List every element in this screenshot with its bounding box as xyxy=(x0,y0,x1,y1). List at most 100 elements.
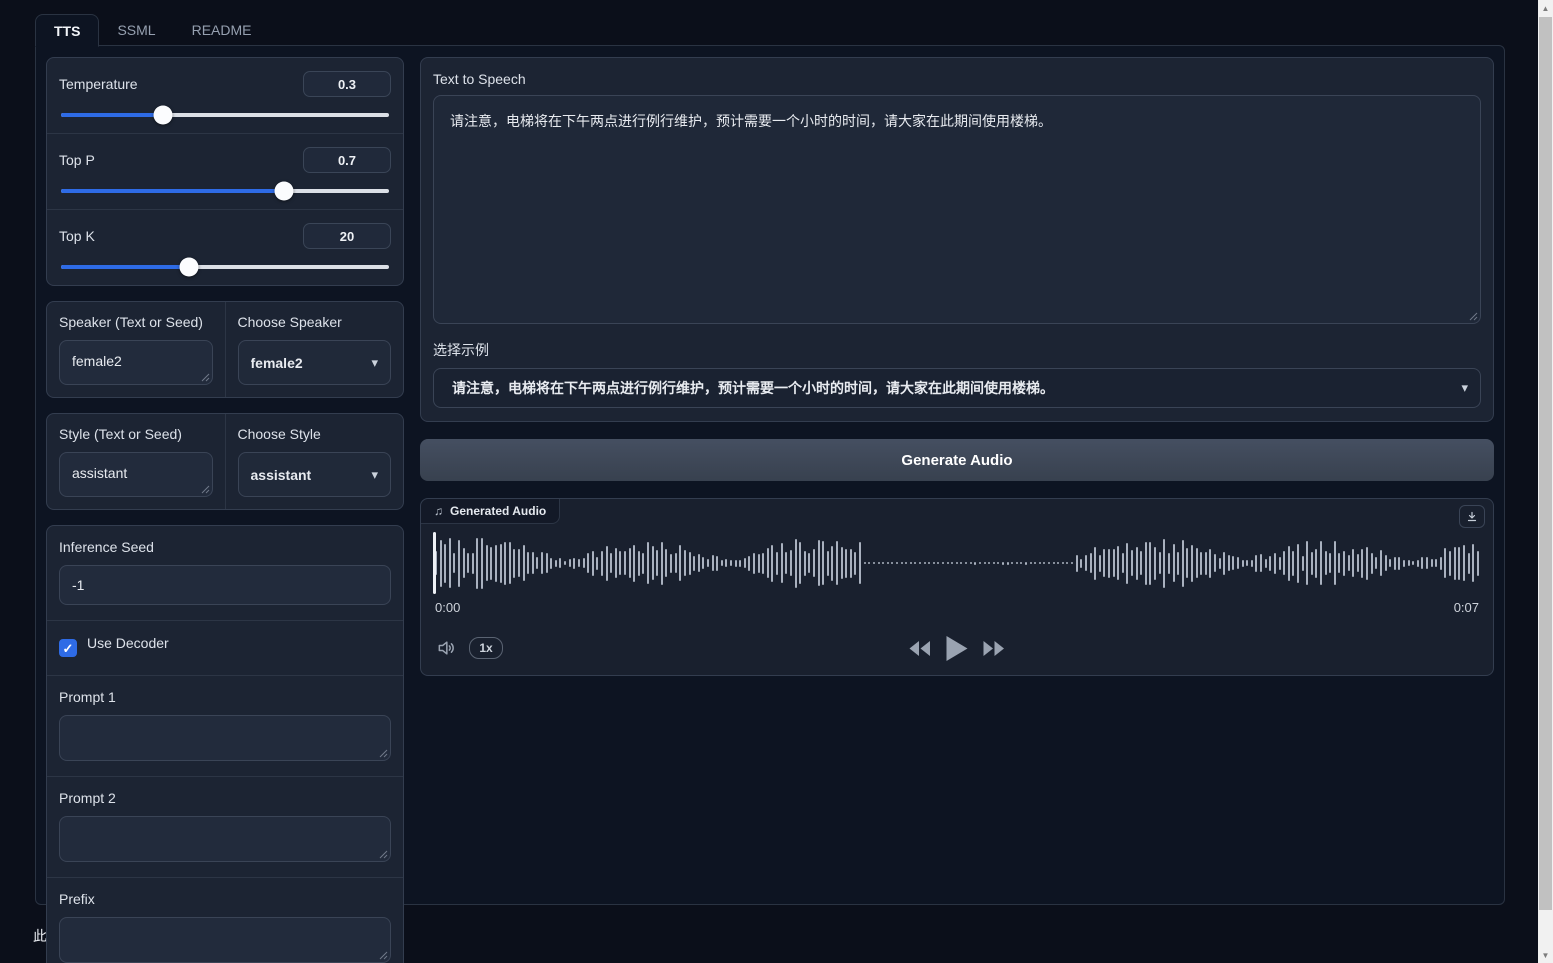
waveform-bar xyxy=(1154,547,1156,580)
tab-tts[interactable]: TTS xyxy=(35,14,99,47)
speaker-text-input[interactable]: female2 xyxy=(59,340,213,385)
top-p-value[interactable]: 0.7 xyxy=(303,147,391,173)
waveform-bar xyxy=(675,553,677,573)
waveform-bar xyxy=(619,551,621,575)
fast-forward-button[interactable] xyxy=(984,641,1005,656)
prompt2-label: Prompt 2 xyxy=(59,790,391,806)
temperature-value[interactable]: 0.3 xyxy=(303,71,391,97)
waveform-bar xyxy=(1454,547,1456,580)
waveform-bar xyxy=(947,562,949,564)
waveform-bar xyxy=(1477,551,1479,576)
waveform-bar xyxy=(472,553,474,574)
waveform-bar xyxy=(882,562,884,564)
waveform-bar xyxy=(559,558,561,568)
volume-icon xyxy=(435,638,457,658)
waveform-bar xyxy=(781,543,783,583)
prefix-input[interactable] xyxy=(59,917,391,963)
prompt2-input[interactable] xyxy=(59,816,391,862)
waveform-bar xyxy=(767,548,769,578)
waveform-bar xyxy=(758,554,760,573)
waveform[interactable] xyxy=(435,533,1479,593)
top-p-slider[interactable] xyxy=(61,189,389,193)
waveform-bar xyxy=(1223,552,1225,575)
waveform-bar xyxy=(532,552,534,574)
waveform-bar xyxy=(509,542,511,584)
waveform-bar xyxy=(1417,560,1419,567)
inference-seed-input[interactable] xyxy=(59,565,391,605)
waveform-bar xyxy=(1168,553,1170,574)
waveform-bar xyxy=(476,538,478,589)
choose-style-dropdown[interactable]: assistant ▾ xyxy=(238,452,392,497)
waveform-bar xyxy=(914,562,916,564)
waveform-bar xyxy=(1426,557,1428,569)
waveform-bar xyxy=(919,562,921,564)
waveform-bar xyxy=(1357,554,1359,572)
resize-handle-icon[interactable] xyxy=(201,373,210,382)
temperature-slider[interactable] xyxy=(61,113,389,117)
generate-audio-button[interactable]: Generate Audio xyxy=(420,439,1494,481)
waveform-bar xyxy=(647,542,649,584)
waveform-bar xyxy=(1320,541,1322,585)
slider-handle[interactable] xyxy=(153,106,172,125)
download-button[interactable] xyxy=(1459,505,1485,528)
choose-speaker-dropdown[interactable]: female2 ▾ xyxy=(238,340,392,385)
resize-handle-icon[interactable] xyxy=(379,850,388,859)
play-button[interactable] xyxy=(947,636,968,661)
waveform-bar xyxy=(541,552,543,574)
example-value: 请注意，电梯将在下午两点进行例行维护，预计需要一个小时的时间，请大家在此期间使用… xyxy=(446,378,1054,398)
prefix-block: Prefix xyxy=(47,877,403,963)
waveform-bar xyxy=(974,562,976,565)
waveform-bar xyxy=(896,562,898,564)
tab-readme[interactable]: README xyxy=(174,14,270,46)
waveform-bar xyxy=(753,553,755,574)
waveform-bar xyxy=(1431,559,1433,567)
top-k-slider[interactable] xyxy=(61,265,389,269)
speaker-text-block: Speaker (Text or Seed) female2 xyxy=(47,302,225,397)
example-dropdown[interactable]: 请注意，电梯将在下午两点进行例行维护，预计需要一个小时的时间，请大家在此期间使用… xyxy=(433,368,1481,408)
slider-handle[interactable] xyxy=(275,182,294,201)
volume-button[interactable] xyxy=(435,638,457,658)
player-controls: 1x xyxy=(435,630,1479,666)
slider-fill xyxy=(61,189,284,193)
playhead-cursor[interactable] xyxy=(433,532,436,594)
use-decoder-checkbox[interactable]: ✓ xyxy=(59,639,77,657)
waveform-bar xyxy=(592,551,594,576)
waveform-bar xyxy=(818,540,820,586)
waveform-bar xyxy=(1472,544,1474,582)
page-scrollbar[interactable]: ▲ ▼ xyxy=(1538,0,1553,963)
waveform-bar xyxy=(712,555,714,571)
tab-ssml[interactable]: SSML xyxy=(99,14,173,46)
scroll-up-arrow-icon[interactable]: ▲ xyxy=(1538,0,1553,16)
scroll-down-arrow-icon[interactable]: ▼ xyxy=(1538,947,1553,963)
scrollbar-thumb[interactable] xyxy=(1539,17,1552,910)
top-k-value[interactable]: 20 xyxy=(303,223,391,249)
slider-handle[interactable] xyxy=(179,258,198,277)
waveform-bar xyxy=(1237,557,1239,569)
waveform-bar xyxy=(1228,555,1230,571)
style-text-label: Style (Text or Seed) xyxy=(59,426,213,442)
style-text-input[interactable]: assistant xyxy=(59,452,213,497)
waveform-bar xyxy=(1182,540,1184,587)
temperature-row: Temperature 0.3 xyxy=(47,58,403,133)
text-to-speech-input[interactable]: 请注意，电梯将在下午两点进行例行维护，预计需要一个小时的时间，请大家在此期间使用… xyxy=(433,95,1481,324)
waveform-bar xyxy=(1200,552,1202,575)
speaker-card: Speaker (Text or Seed) female2 Choose Sp… xyxy=(46,301,404,398)
resize-handle-icon[interactable] xyxy=(379,951,388,960)
rewind-button[interactable] xyxy=(910,641,931,656)
prompt1-input[interactable] xyxy=(59,715,391,761)
inference-seed-block: Inference Seed xyxy=(47,526,403,620)
slider-fill xyxy=(61,265,189,269)
waveform-bar xyxy=(550,558,552,569)
waveform-bar xyxy=(1131,550,1133,576)
resize-handle-icon[interactable] xyxy=(201,485,210,494)
resize-handle-icon[interactable] xyxy=(1469,312,1478,321)
waveform-bar xyxy=(1292,551,1294,576)
waveform-bar xyxy=(827,551,829,576)
waveform-bar xyxy=(1076,555,1078,572)
waveform-bar xyxy=(1389,559,1391,567)
resize-handle-icon[interactable] xyxy=(379,749,388,758)
playback-speed-button[interactable]: 1x xyxy=(469,637,503,659)
settings-column: Temperature 0.3 Top P 0.7 xyxy=(46,57,404,893)
waveform-bar xyxy=(937,562,939,564)
waveform-bar xyxy=(633,545,635,582)
